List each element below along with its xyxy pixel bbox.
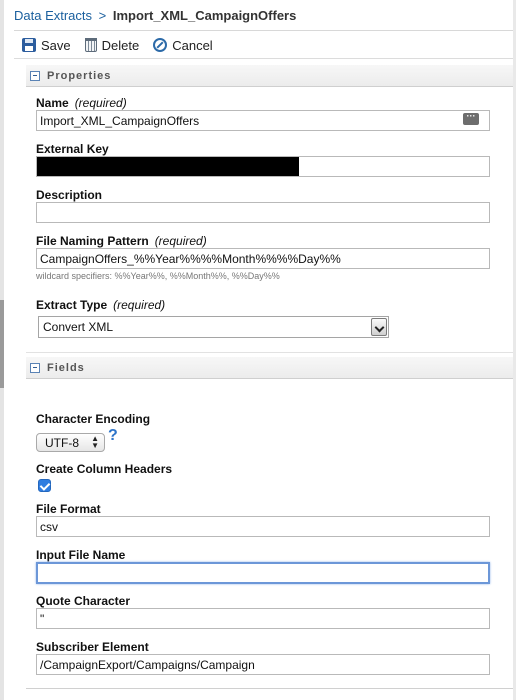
delete-label: Delete <box>101 37 140 53</box>
fields-section-title: Fields <box>47 361 85 374</box>
save-icon <box>22 38 36 52</box>
create-column-headers-label: Create Column Headers <box>36 462 173 476</box>
properties-section-header[interactable]: Properties <box>26 65 513 87</box>
extract-type-value: Convert XML <box>43 320 114 334</box>
character-encoding-select[interactable]: UTF-8 ▲ ▼ <box>36 433 105 452</box>
wildcard-hint: wildcard specifiers: %%Year%%, %%Month%%… <box>36 271 280 281</box>
cancel-icon <box>153 38 168 52</box>
save-label: Save <box>41 37 71 53</box>
file-naming-pattern-label-text: File Naming Pattern <box>36 234 149 248</box>
input-file-name-input[interactable] <box>36 562 490 584</box>
cancel-label: Cancel <box>172 37 213 53</box>
breadcrumb-separator: > <box>98 8 107 23</box>
character-encoding-value: UTF-8 <box>45 436 79 450</box>
save-button[interactable]: Save <box>22 38 71 53</box>
toolbar-divider <box>14 58 513 59</box>
file-format-input[interactable] <box>36 516 490 537</box>
properties-divider <box>26 352 513 353</box>
extract-type-label: Extract Type (required) <box>36 298 165 312</box>
chevron-down-icon[interactable] <box>371 318 387 336</box>
breadcrumb: Data Extracts > Import_XML_CampaignOffer… <box>14 8 296 23</box>
name-label: Name (required) <box>36 96 127 110</box>
name-label-text: Name <box>36 96 69 110</box>
description-label: Description <box>36 188 103 202</box>
extract-type-label-text: Extract Type <box>36 298 108 312</box>
extract-type-select[interactable]: Convert XML <box>38 316 389 338</box>
name-input[interactable] <box>36 110 490 131</box>
properties-section-title: Properties <box>47 69 112 82</box>
question-icon[interactable]: ? <box>108 427 118 445</box>
external-key-field[interactable] <box>36 156 490 177</box>
extract-type-required: (required) <box>113 298 166 312</box>
trash-icon <box>84 38 97 52</box>
left-panel-tab[interactable] <box>0 300 4 388</box>
collapse-minus-icon[interactable] <box>30 70 40 81</box>
fields-section-header[interactable]: Fields <box>26 357 513 379</box>
subscriber-element-label: Subscriber Element <box>36 640 149 654</box>
create-column-headers-checkbox[interactable] <box>38 479 51 492</box>
character-encoding-label: Character Encoding <box>36 412 151 426</box>
description-input[interactable] <box>36 202 490 223</box>
quote-character-input[interactable] <box>36 608 490 629</box>
name-required: (required) <box>74 96 127 110</box>
delete-button[interactable]: Delete <box>84 37 140 53</box>
external-key-redaction <box>37 157 299 176</box>
file-naming-pattern-required: (required) <box>154 234 207 248</box>
subscriber-element-input[interactable] <box>36 654 490 675</box>
breadcrumb-current: Import_XML_CampaignOffers <box>112 8 297 23</box>
toolbar: Save Delete Cancel <box>22 35 227 55</box>
file-naming-pattern-input[interactable] <box>36 248 490 269</box>
external-key-label: External Key <box>36 142 109 156</box>
breadcrumb-link-data-extracts[interactable]: Data Extracts <box>14 8 92 23</box>
bottom-divider <box>26 688 513 689</box>
cancel-button[interactable]: Cancel <box>153 37 213 53</box>
quote-character-label: Quote Character <box>36 594 131 608</box>
ellipsis-icon[interactable]: ··· <box>463 112 479 125</box>
file-format-label: File Format <box>36 502 101 516</box>
collapse-minus-icon[interactable] <box>30 362 40 373</box>
file-naming-pattern-label: File Naming Pattern (required) <box>36 234 207 248</box>
stepper-arrows-icon: ▲ ▼ <box>91 434 99 450</box>
breadcrumb-divider <box>14 30 513 31</box>
input-file-name-label: Input File Name <box>36 548 126 562</box>
